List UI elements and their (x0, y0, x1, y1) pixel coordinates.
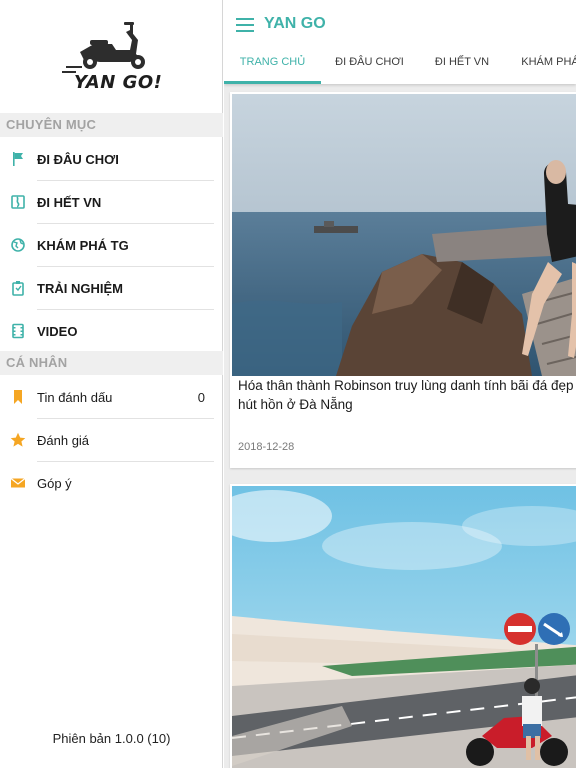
article-image (232, 94, 576, 376)
drawer-item-video[interactable]: VIDEO (0, 310, 223, 353)
article-card[interactable] (230, 484, 576, 768)
section-header-categories: CHUYÊN MỤC (0, 113, 223, 137)
tab-kham-pha[interactable]: KHÁM PHÁ (510, 44, 576, 84)
article-image (232, 486, 576, 768)
article-date: 2018-12-28 (238, 441, 295, 453)
envelope-icon (10, 478, 26, 488)
app-title: YAN GO (264, 15, 326, 32)
app-bar: YAN GO TRANG CHỦ ĐI ĐÂU CHƠI ĐI HẾT VN K… (224, 0, 576, 84)
tab-indicator (224, 81, 321, 84)
drawer-item-label: TRẢI NGHIỆM (37, 281, 123, 296)
article-title: Hóa thân thành Robinson truy lùng danh t… (238, 378, 574, 412)
map-icon (11, 195, 25, 209)
drawer-item-rate[interactable]: Đánh giá (0, 419, 223, 462)
drawer-item-di-het-vn[interactable]: ĐI HẾT VN (0, 181, 223, 224)
drawer-item-label: ĐI HẾT VN (37, 195, 102, 210)
star-icon (10, 432, 26, 447)
drawer-item-label: VIDEO (37, 324, 78, 339)
drawer-item-feedback[interactable]: Góp ý (0, 462, 223, 505)
drawer-item-trai-nghiem[interactable]: TRẢI NGHIỆM (0, 267, 223, 310)
flag-icon (13, 152, 23, 166)
tab-di-het-vn[interactable]: ĐI HẾT VN (420, 44, 504, 84)
main-content: Hóa thân thành Robinson truy lùng danh t… (224, 0, 576, 768)
clipboard-icon (12, 281, 24, 296)
drawer-item-label: ĐI ĐÂU CHƠI (37, 152, 119, 167)
yan-go-logo: YAN GO! (60, 14, 164, 98)
tab-trang-chu[interactable]: TRANG CHỦ (224, 44, 321, 84)
section-header-personal: CÁ NHÂN (0, 351, 223, 375)
category-tabs: TRANG CHỦ ĐI ĐÂU CHƠI ĐI HẾT VN KHÁM PHÁ (224, 44, 576, 84)
tab-di-dau-choi[interactable]: ĐI ĐÂU CHƠI (327, 44, 412, 84)
bookmark-count: 0 (197, 390, 205, 405)
drawer-item-label: Góp ý (37, 476, 72, 491)
film-icon (12, 323, 24, 339)
logo-text: YAN GO! (74, 72, 163, 93)
app-version: Phiên bản 1.0.0 (10) (52, 731, 171, 746)
drawer-item-di-dau-choi[interactable]: ĐI ĐÂU CHƠI (0, 138, 223, 181)
navigation-drawer: YAN GO! CHUYÊN MỤC ĐI ĐÂU CHƠI ĐI HẾT VN… (0, 0, 223, 768)
article-card[interactable]: Hóa thân thành Robinson truy lùng danh t… (230, 92, 576, 468)
bookmark-icon (14, 390, 22, 404)
drawer-item-kham-pha-tg[interactable]: KHÁM PHÁ TG (0, 224, 223, 267)
drawer-item-bookmarks[interactable]: Tin đánh dấu 0 (0, 376, 223, 419)
globe-icon (11, 238, 25, 252)
drawer-item-label: Tin đánh dấu (37, 390, 113, 405)
drawer-item-label: Đánh giá (37, 433, 90, 448)
menu-icon[interactable] (236, 17, 254, 33)
drawer-item-label: KHÁM PHÁ TG (37, 238, 129, 253)
